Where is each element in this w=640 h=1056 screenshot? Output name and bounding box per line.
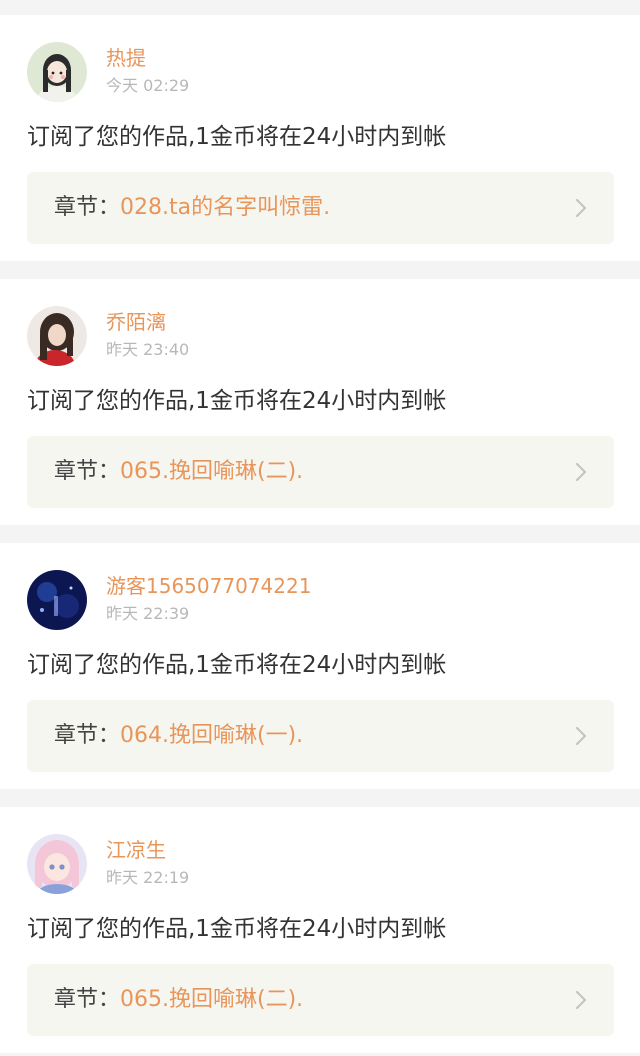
user-avatar[interactable] — [27, 306, 87, 366]
chevron-right-icon — [574, 198, 588, 218]
timestamp: 今天 02:29 — [106, 76, 190, 95]
notification-card: 热提 今天 02:29 订阅了您的作品,1金币将在24小时内到帐 章节：028.… — [0, 15, 640, 261]
chapter-link[interactable]: 章节：065.挽回喻琳(二). — [27, 964, 614, 1036]
username[interactable]: 游客1565077074221 — [106, 573, 311, 599]
timestamp: 昨天 23:40 — [106, 340, 190, 359]
user-avatar[interactable] — [27, 834, 87, 894]
notification-card: 乔陌漓 昨天 23:40 订阅了您的作品,1金币将在24小时内到帐 章节：065… — [0, 279, 640, 525]
chapter-title: 065.挽回喻琳(二). — [120, 987, 304, 1012]
chevron-right-icon — [574, 726, 588, 746]
notification-message: 订阅了您的作品,1金币将在24小时内到帐 — [27, 652, 447, 678]
chapter-label: 章节： — [54, 459, 121, 484]
notification-message: 订阅了您的作品,1金币将在24小时内到帐 — [27, 124, 447, 150]
chapter-link[interactable]: 章节：064.挽回喻琳(一). — [27, 700, 614, 772]
username[interactable]: 江凉生 — [106, 837, 166, 863]
anime-avatar-icon — [27, 834, 87, 894]
chapter-label: 章节： — [54, 723, 121, 748]
chapter-link[interactable]: 章节：028.ta的名字叫惊雷. — [27, 172, 614, 244]
chevron-right-icon — [574, 990, 588, 1010]
username[interactable]: 乔陌漓 — [106, 309, 166, 335]
notification-feed: 热提 今天 02:29 订阅了您的作品,1金币将在24小时内到帐 章节：028.… — [0, 0, 640, 1056]
user-avatar[interactable] — [27, 570, 87, 630]
chapter-label: 章节： — [54, 195, 121, 220]
chevron-right-icon — [574, 462, 588, 482]
photo-avatar-icon — [27, 306, 87, 366]
chapter-title: 064.挽回喻琳(一). — [120, 723, 304, 748]
chapter-link[interactable]: 章节：065.挽回喻琳(二). — [27, 436, 614, 508]
chapter-title: 065.挽回喻琳(二). — [120, 459, 304, 484]
chapter-label: 章节： — [54, 987, 121, 1012]
chapter-title: 028.ta的名字叫惊雷. — [120, 195, 331, 220]
girl-avatar-icon — [27, 42, 87, 102]
notification-card: 江凉生 昨天 22:19 订阅了您的作品,1金币将在24小时内到帐 章节：065… — [0, 807, 640, 1053]
notification-card: 游客1565077074221 昨天 22:39 订阅了您的作品,1金币将在24… — [0, 543, 640, 789]
notification-message: 订阅了您的作品,1金币将在24小时内到帐 — [27, 916, 447, 942]
timestamp: 昨天 22:39 — [106, 604, 190, 623]
timestamp: 昨天 22:19 — [106, 868, 190, 887]
notification-message: 订阅了您的作品,1金币将在24小时内到帐 — [27, 388, 447, 414]
night-avatar-icon — [27, 570, 87, 630]
username[interactable]: 热提 — [106, 45, 146, 71]
user-avatar[interactable] — [27, 42, 87, 102]
